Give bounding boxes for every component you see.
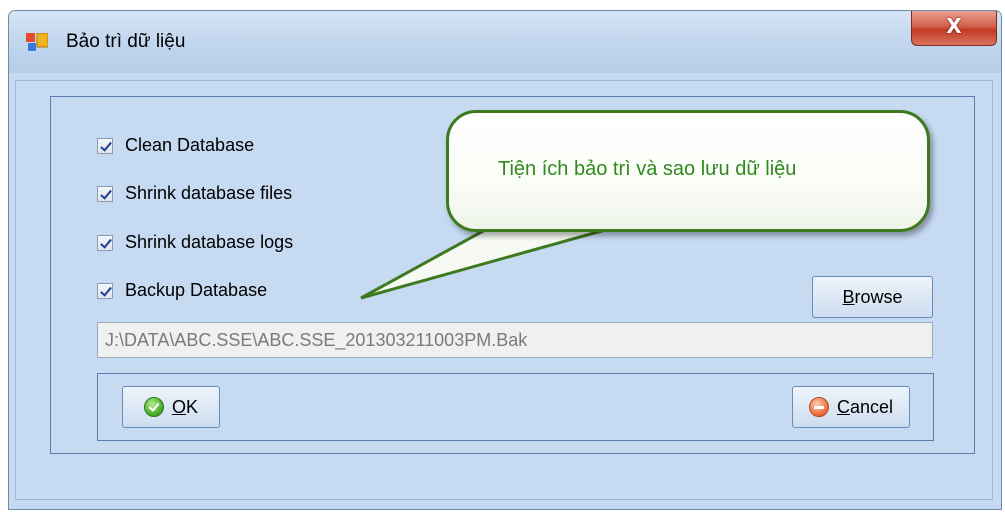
option-label: Shrink database files [125,183,293,203]
checkbox-clean-database[interactable] [97,137,113,154]
option-label: Shrink database logs [125,232,294,252]
cancel-button[interactable]: Cancel [792,386,910,428]
ok-label: K [186,396,199,417]
ok-button[interactable]: OK [122,386,220,428]
check-circle-icon [143,397,164,417]
browse-label: rowse [854,286,903,307]
checkbox-backup-database[interactable] [97,282,113,299]
close-icon: X [946,14,962,38]
browse-accel: B [842,286,855,307]
option-backup-database[interactable]: Backup Database [97,280,267,301]
checkbox-shrink-logs[interactable] [97,234,113,251]
option-label: Backup Database [125,280,268,300]
window-title: Bảo trì dữ liệu [66,31,186,52]
minus-circle-icon [808,397,829,417]
callout-pointer [360,228,606,300]
browse-button[interactable]: Browse [812,276,933,318]
option-shrink-files[interactable]: Shrink database files [97,183,292,204]
cancel-label: ancel [849,396,894,417]
option-shrink-logs[interactable]: Shrink database logs [97,232,293,253]
checkbox-shrink-files[interactable] [97,185,113,202]
app-icon [26,33,48,51]
cancel-accel: C [836,396,850,417]
backup-path-field[interactable]: J:\DATA\ABC.SSE\ABC.SSE_201303211003PM.B… [97,322,933,358]
option-clean-database[interactable]: Clean Database [97,135,254,156]
ok-accel: O [171,396,186,417]
close-button[interactable]: X [911,11,997,46]
option-label: Clean Database [125,135,255,155]
callout-text: Tiện ích bảo trì và sao lưu dữ liệu [498,158,797,180]
